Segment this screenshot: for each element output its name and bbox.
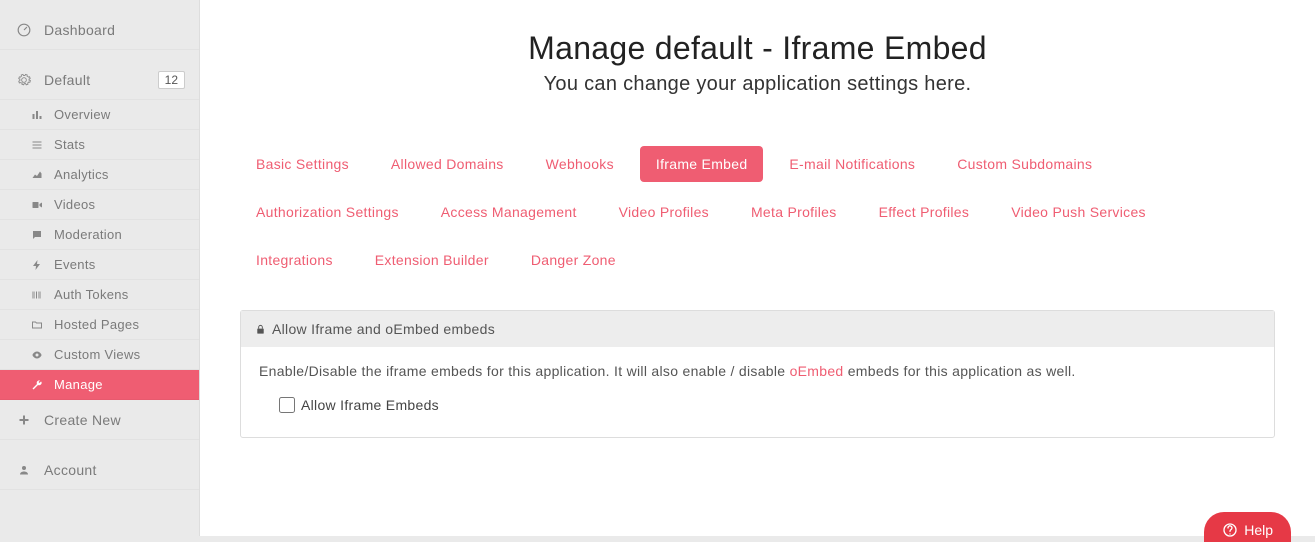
sidebar-label: Account — [44, 462, 185, 478]
page-title: Manage default - Iframe Embed — [240, 30, 1275, 67]
sidebar-item-stats[interactable]: Stats — [0, 130, 199, 160]
sidebar-label: Create New — [44, 412, 185, 428]
settings-tabs: Basic Settings Allowed Domains Webhooks Ifr… — [240, 146, 1275, 290]
tab-webhooks[interactable]: Webhooks — [530, 146, 630, 182]
tab-meta-profiles[interactable]: Meta Profiles — [735, 194, 853, 230]
sidebar-item-hosted-pages[interactable]: Hosted Pages — [0, 310, 199, 340]
chart-bar-icon — [28, 109, 46, 121]
sidebar-label: Custom Views — [54, 347, 185, 362]
iframe-embed-panel: Allow Iframe and oEmbed embeds Enable/Di… — [240, 310, 1275, 438]
sidebar-label: Hosted Pages — [54, 317, 185, 332]
tab-iframe-embed[interactable]: Iframe Embed — [640, 146, 764, 182]
sidebar-item-overview[interactable]: Overview — [0, 100, 199, 130]
user-icon — [14, 464, 34, 476]
tab-e-mail-notifications[interactable]: E-mail Notifications — [773, 146, 931, 182]
bolt-icon — [28, 259, 46, 271]
main-content: Manage default - Iframe Embed You can ch… — [200, 0, 1315, 536]
barcode-icon — [28, 289, 46, 301]
tab-effect-profiles[interactable]: Effect Profiles — [863, 194, 986, 230]
page-subtitle: You can change your application settings… — [240, 73, 1275, 96]
plus-icon — [14, 414, 34, 426]
tab-authorization-settings[interactable]: Authorization Settings — [240, 194, 415, 230]
sidebar-label: Dashboard — [44, 22, 185, 38]
allow-iframe-checkbox[interactable] — [279, 397, 295, 413]
badge: 12 — [158, 71, 185, 89]
sidebar-label: Stats — [54, 137, 185, 152]
video-icon — [28, 199, 46, 211]
tab-integrations[interactable]: Integrations — [240, 242, 349, 278]
sidebar-item-events[interactable]: Events — [0, 250, 199, 280]
tab-basic-settings[interactable]: Basic Settings — [240, 146, 365, 182]
sidebar-label: Overview — [54, 107, 185, 122]
sidebar-item-analytics[interactable]: Analytics — [0, 160, 199, 190]
tab-custom-subdomains[interactable]: Custom Subdomains — [941, 146, 1108, 182]
panel-desc-after: embeds for this application as well. — [844, 363, 1076, 379]
tab-access-management[interactable]: Access Management — [425, 194, 593, 230]
panel-desc-before: Enable/Disable the iframe embeds for thi… — [259, 363, 790, 379]
allow-iframe-label[interactable]: Allow Iframe Embeds — [301, 397, 439, 413]
sidebar-item-dashboard[interactable]: Dashboard — [0, 10, 199, 50]
oembed-link[interactable]: oEmbed — [790, 363, 844, 379]
sidebar-label: Auth Tokens — [54, 287, 185, 302]
area-chart-icon — [28, 169, 46, 181]
eye-icon — [28, 349, 46, 361]
panel-header: Allow Iframe and oEmbed embeds — [241, 311, 1274, 347]
sidebar-item-manage[interactable]: Manage — [0, 370, 199, 400]
sidebar-item-create-new[interactable]: Create New — [0, 400, 199, 440]
sidebar-item-moderation[interactable]: Moderation — [0, 220, 199, 250]
lock-icon — [255, 324, 266, 335]
list-icon — [28, 139, 46, 151]
sidebar-item-account[interactable]: Account — [0, 450, 199, 490]
sidebar-label: Videos — [54, 197, 185, 212]
gear-icon — [14, 73, 34, 87]
sidebar-item-videos[interactable]: Videos — [0, 190, 199, 220]
sidebar-label: Manage — [54, 377, 185, 392]
sidebar-item-default[interactable]: Default 12 — [0, 60, 199, 100]
sidebar-label: Events — [54, 257, 185, 272]
tab-extension-builder[interactable]: Extension Builder — [359, 242, 505, 278]
folder-icon — [28, 319, 46, 331]
sidebar-label: Moderation — [54, 227, 185, 242]
panel-header-text: Allow Iframe and oEmbed embeds — [272, 321, 495, 337]
wrench-icon — [28, 379, 46, 391]
tab-video-push-services[interactable]: Video Push Services — [995, 194, 1162, 230]
tab-video-profiles[interactable]: Video Profiles — [603, 194, 725, 230]
tab-allowed-domains[interactable]: Allowed Domains — [375, 146, 520, 182]
sidebar-item-auth-tokens[interactable]: Auth Tokens — [0, 280, 199, 310]
panel-body: Enable/Disable the iframe embeds for thi… — [241, 347, 1274, 437]
comment-icon — [28, 229, 46, 241]
dashboard-icon — [14, 23, 34, 37]
tab-danger-zone[interactable]: Danger Zone — [515, 242, 632, 278]
sidebar: Dashboard Default 12 Overview Stats — [0, 0, 200, 536]
sidebar-label: Default — [44, 72, 158, 88]
sidebar-item-custom-views[interactable]: Custom Views — [0, 340, 199, 370]
sidebar-label: Analytics — [54, 167, 185, 182]
help-button[interactable]: Help — [1204, 512, 1291, 542]
